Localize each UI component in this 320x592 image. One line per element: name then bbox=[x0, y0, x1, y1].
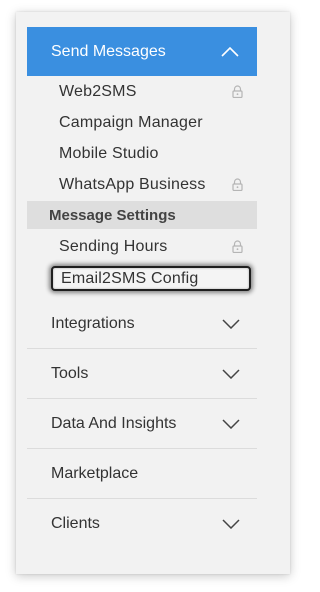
chevron-down-icon[interactable] bbox=[222, 318, 240, 329]
menu-item-data-and-insights[interactable]: Data And Insights bbox=[27, 398, 257, 448]
menu-item-label: Tools bbox=[51, 364, 89, 382]
menu-item-clients[interactable]: Clients bbox=[27, 498, 257, 548]
menu-item-whatsapp-business[interactable]: WhatsApp Business bbox=[27, 169, 257, 200]
menu-item-sending-hours[interactable]: Sending Hours bbox=[27, 231, 257, 262]
menu-item-label: WhatsApp Business bbox=[59, 175, 206, 193]
menu-item-campaign-manager[interactable]: Campaign Manager bbox=[27, 107, 257, 138]
menu-item-email2sms-config[interactable]: Email2SMS Config bbox=[27, 262, 257, 295]
chevron-down-icon[interactable] bbox=[222, 518, 240, 529]
menu-item-label: Clients bbox=[51, 514, 100, 532]
group-label: Message Settings bbox=[49, 206, 176, 224]
menu-item-tools[interactable]: Tools bbox=[27, 348, 257, 398]
menu-item-label: Integrations bbox=[51, 314, 135, 332]
lock-icon bbox=[232, 240, 243, 253]
menu-item-label: Web2SMS bbox=[59, 82, 137, 100]
menu-item-web2sms[interactable]: Web2SMS bbox=[27, 76, 257, 107]
menu-item-marketplace[interactable]: Marketplace bbox=[27, 448, 257, 498]
highlight-box[interactable]: Email2SMS Config bbox=[51, 266, 251, 291]
menu-item-label: Marketplace bbox=[51, 464, 139, 482]
menu-item-label: Email2SMS Config bbox=[61, 269, 199, 287]
sidebar-menu: Send Messages Web2SMS Campaign Manager M… bbox=[27, 27, 257, 548]
menu-item-label: Mobile Studio bbox=[59, 144, 159, 162]
menu-item-label: Sending Hours bbox=[59, 237, 168, 255]
send-messages-label: Send Messages bbox=[51, 42, 166, 60]
menu-item-label: Campaign Manager bbox=[59, 113, 203, 131]
menu-item-mobile-studio[interactable]: Mobile Studio bbox=[27, 138, 257, 169]
send-messages-header[interactable]: Send Messages bbox=[27, 27, 257, 76]
chevron-down-icon[interactable] bbox=[222, 418, 240, 429]
chevron-down-icon[interactable] bbox=[222, 368, 240, 379]
message-settings-header: Message Settings bbox=[27, 201, 257, 229]
menu-item-integrations[interactable]: Integrations bbox=[27, 299, 257, 348]
lock-icon bbox=[232, 178, 243, 191]
lock-icon bbox=[232, 85, 243, 98]
chevron-up-icon[interactable] bbox=[221, 46, 239, 57]
menu-item-label: Data And Insights bbox=[51, 414, 177, 432]
